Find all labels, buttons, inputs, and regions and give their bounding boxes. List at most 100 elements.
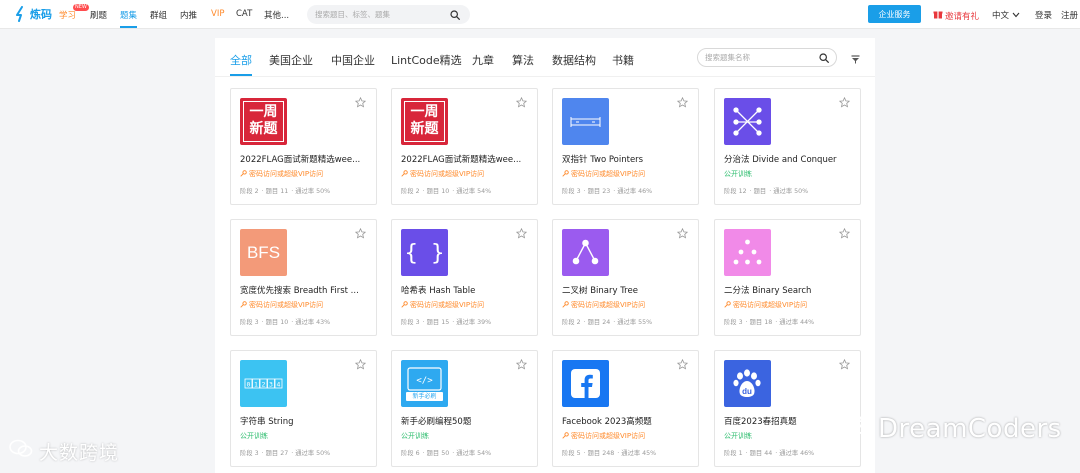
nav-item-practice[interactable]: 刷题: [90, 9, 107, 21]
tab-all[interactable]: 全部: [230, 52, 252, 68]
wechat-logo-icon: [8, 438, 34, 465]
top-navbar: 炼码 学习 NEW 刷题 题集 群组 内推 VIP CAT 其他... 企业服务…: [0, 0, 1080, 29]
logo-text: 炼码: [30, 8, 52, 21]
new-badge: NEW: [73, 4, 89, 11]
card-rate: 通过率 54%: [456, 188, 492, 195]
problem-set-card[interactable]: { } 哈希表 Hash Table 密码访问或超级VIP访问 阶段 3 · 题…: [391, 219, 538, 336]
card-stage: 阶段 5: [562, 450, 581, 457]
nav-item-groups[interactable]: 群组: [150, 9, 167, 21]
key-icon: [401, 300, 408, 310]
star-icon[interactable]: [354, 96, 367, 111]
svg-text:{ }: { }: [405, 241, 445, 266]
gift-icon: [933, 9, 943, 22]
card-rate: 通过率 43%: [295, 319, 331, 326]
problem-set-card[interactable]: 二分法 Binary Search 密码访问或超级VIP访问 阶段 3 · 题目…: [714, 219, 861, 336]
card-title[interactable]: 2022FLAG面试新题精选wee...: [401, 153, 531, 165]
problem-set-card[interactable]: 分治法 Divide and Conquer 公开训练 阶段 12 · 题目 ·…: [714, 88, 861, 205]
star-icon[interactable]: [354, 358, 367, 373]
key-icon: [562, 169, 569, 179]
card-title[interactable]: 2022FLAG面试新题精选wee...: [240, 153, 370, 165]
card-title[interactable]: 双指针 Two Pointers: [562, 153, 692, 165]
logo[interactable]: 炼码: [15, 6, 52, 22]
tab-divider: [215, 76, 875, 77]
star-icon[interactable]: [838, 358, 851, 373]
nav-item-vip[interactable]: VIP: [211, 9, 224, 19]
card-thumbnail: [724, 98, 771, 145]
tab-china-companies[interactable]: 中国企业: [331, 52, 375, 68]
star-icon[interactable]: [515, 358, 528, 373]
star-icon[interactable]: [515, 227, 528, 242]
problem-set-card[interactable]: du 百度2023春招真题 公开训练 阶段 1 · 题目 44 · 通过率 46…: [714, 350, 861, 467]
card-access: 密码访问或超级VIP访问: [562, 169, 645, 179]
set-search-input[interactable]: [705, 51, 815, 64]
nav-item-learn[interactable]: 学习: [59, 9, 76, 21]
card-title[interactable]: 字符串 String: [240, 415, 370, 427]
star-icon[interactable]: [676, 227, 689, 242]
tab-algorithms[interactable]: 算法: [512, 52, 534, 68]
tab-lintcode-selected[interactable]: LintCode精选: [391, 52, 462, 68]
search-icon[interactable]: [450, 9, 460, 23]
problem-set-card[interactable]: Facebook 2023高频题 密码访问或超级VIP访问 阶段 5 · 题目 …: [552, 350, 699, 467]
star-icon[interactable]: [838, 96, 851, 111]
invite-link[interactable]: 邀请有礼: [933, 9, 979, 22]
problem-set-card[interactable]: 双指针 Two Pointers 密码访问或超级VIP访问 阶段 3 · 题目 …: [552, 88, 699, 205]
problem-set-card[interactable]: 一周新题 2022FLAG面试新题精选wee... 密码访问或超级VIP访问 阶…: [230, 88, 377, 205]
card-access: 密码访问或超级VIP访问: [401, 300, 484, 310]
star-icon[interactable]: [676, 358, 689, 373]
nav-item-more[interactable]: 其他...: [264, 9, 289, 21]
problem-set-card[interactable]: BFS 宽度优先搜索 Breadth First ... 密码访问或超级VIP访…: [230, 219, 377, 336]
star-icon[interactable]: [354, 227, 367, 242]
tab-data-structures[interactable]: 数据结构: [552, 52, 596, 68]
card-count: 题目 27: [265, 450, 289, 457]
tab-books[interactable]: 书籍: [612, 52, 634, 68]
star-icon[interactable]: [838, 227, 851, 242]
card-title[interactable]: 二分法 Binary Search: [724, 284, 854, 296]
card-access: 密码访问或超级VIP访问: [401, 169, 484, 179]
star-icon[interactable]: [515, 96, 528, 111]
card-title[interactable]: Facebook 2023高频题: [562, 415, 692, 427]
card-stage: 阶段 3: [562, 188, 581, 195]
enterprise-service-button[interactable]: 企业服务: [868, 5, 921, 23]
watermark-right-text: DreamCoders: [878, 413, 1062, 444]
card-thumbnail: [724, 229, 771, 276]
card-rate: 通过率 50%: [295, 188, 331, 195]
problem-set-card[interactable]: 二叉树 Binary Tree 密码访问或超级VIP访问 阶段 2 · 题目 2…: [552, 219, 699, 336]
set-search-box[interactable]: [697, 48, 837, 67]
card-stage: 阶段 12: [724, 188, 747, 195]
star-icon[interactable]: [676, 96, 689, 111]
problem-set-card[interactable]: 01234 字符串 String 公开训练 阶段 3 · 题目 27 · 通过率…: [230, 350, 377, 467]
card-title[interactable]: 新手必刷编程50题: [401, 415, 531, 427]
tab-us-companies[interactable]: 美国企业: [269, 52, 313, 68]
nav-item-cat[interactable]: CAT: [236, 9, 252, 19]
card-stage: 阶段 6: [401, 450, 420, 457]
string-cell-2: 2: [262, 381, 266, 389]
card-count: 题目: [753, 188, 769, 195]
card-meta: 阶段 3 · 题目 23 · 通过率 46%: [562, 188, 653, 195]
filter-icon[interactable]: [851, 53, 860, 67]
nav-item-referral[interactable]: 内推: [180, 9, 197, 21]
weekly-label: 一周新题: [249, 104, 278, 137]
card-title[interactable]: 哈希表 Hash Table: [401, 284, 531, 296]
language-select[interactable]: 中文: [992, 9, 1020, 21]
register-link[interactable]: 注册: [1061, 9, 1078, 21]
card-count: 题目 11: [265, 188, 289, 195]
card-stage: 阶段 2: [562, 319, 581, 326]
card-access-label: 公开训练: [401, 432, 429, 440]
card-title[interactable]: 二叉树 Binary Tree: [562, 284, 692, 296]
card-title[interactable]: 分治法 Divide and Conquer: [724, 153, 854, 165]
newbie-label: 新手必刷: [406, 392, 443, 401]
global-search-input[interactable]: [315, 8, 445, 21]
login-link[interactable]: 登录: [1035, 9, 1052, 21]
global-search-box[interactable]: [307, 5, 470, 24]
card-thumbnail: du: [724, 360, 771, 407]
problem-set-card[interactable]: </> 新手必刷 新手必刷编程50题 公开训练 阶段 6 · 题目 50 · 通…: [391, 350, 538, 467]
nav-item-problem-sets[interactable]: 题集: [120, 9, 137, 21]
string-cell-0: 0: [247, 381, 251, 389]
card-title[interactable]: 百度2023春招真题: [724, 415, 854, 427]
card-title[interactable]: 宽度优先搜索 Breadth First ...: [240, 284, 370, 296]
card-thumbnail: [562, 229, 609, 276]
problem-set-card[interactable]: 一周新题 2022FLAG面试新题精选wee... 密码访问或超级VIP访问 阶…: [391, 88, 538, 205]
card-thumbnail: 一周新题: [401, 98, 448, 145]
tab-jiuzhang[interactable]: 九章: [472, 52, 494, 68]
search-icon[interactable]: [819, 52, 829, 66]
